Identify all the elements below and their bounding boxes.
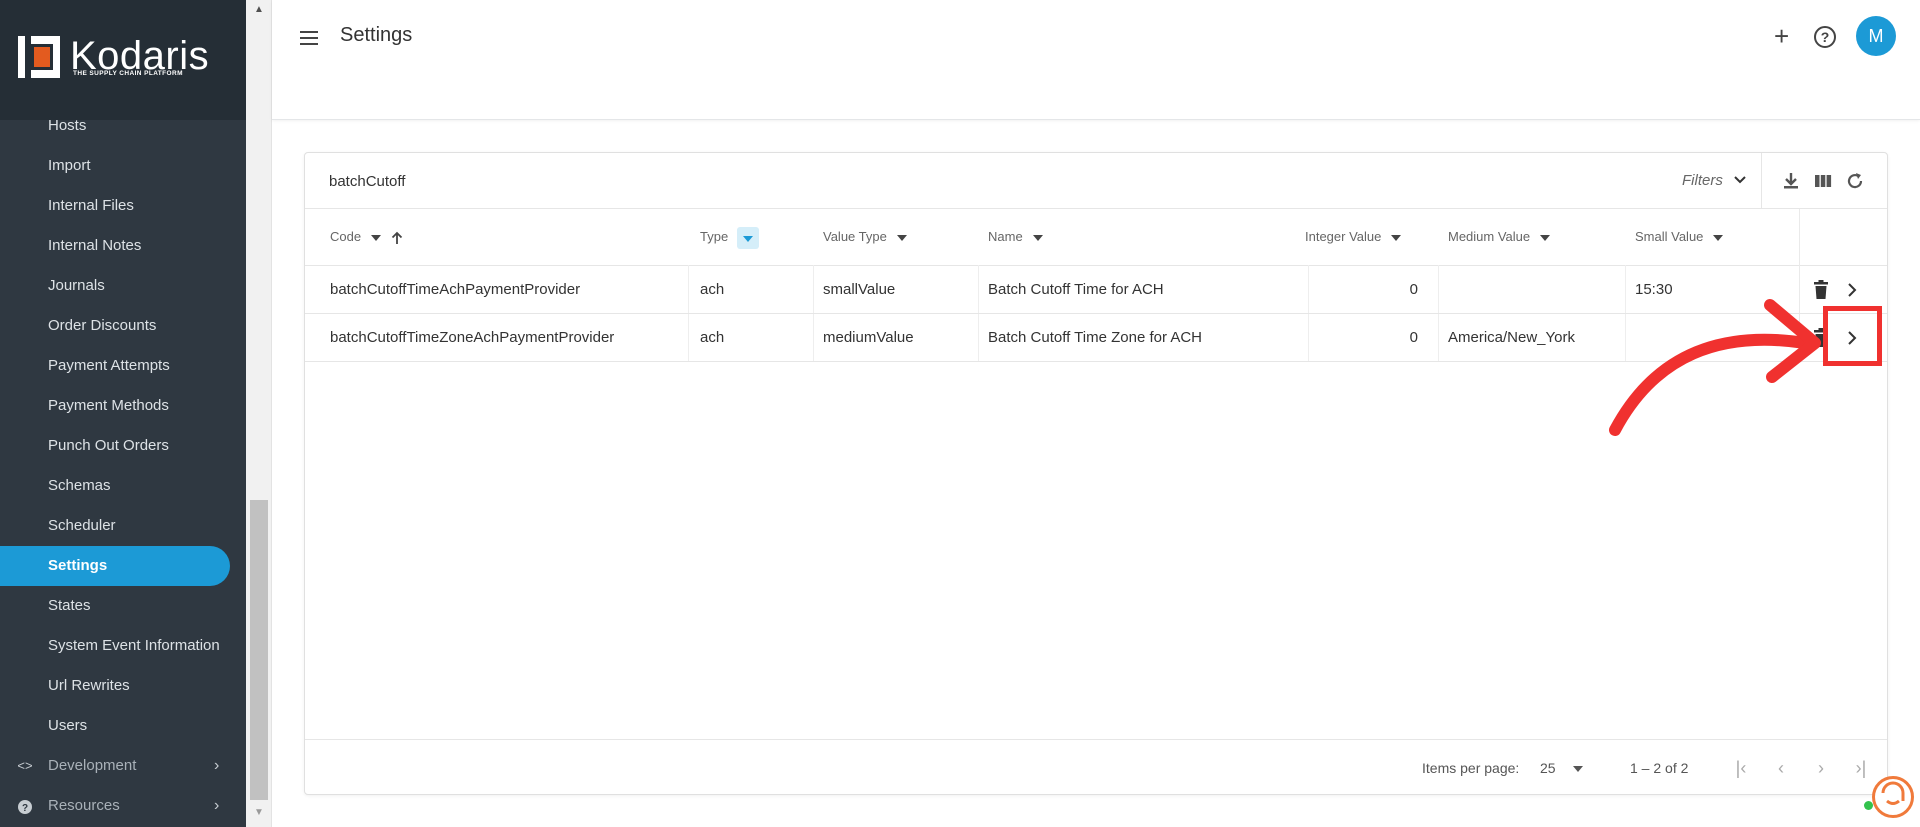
sidebar-item-import[interactable]: Import	[0, 146, 230, 186]
cell-value-type: mediumValue	[823, 329, 914, 346]
cell-integer-value: 0	[1409, 281, 1418, 298]
caret-down-icon	[1713, 234, 1724, 241]
scroll-down-arrow-icon[interactable]: ▼	[246, 807, 272, 823]
brand-tagline: THE SUPPLY CHAIN PLATFORM	[73, 70, 183, 77]
sidebar-item-internal-files[interactable]: Internal Files	[0, 186, 230, 226]
chevron-right-icon: ›	[214, 757, 220, 774]
sidebar-item-users[interactable]: Users	[0, 706, 230, 746]
caret-down-icon	[896, 234, 907, 241]
cell-name: Batch Cutoff Time for ACH	[988, 281, 1164, 298]
online-status-dot	[1864, 801, 1873, 810]
page-title: Settings	[340, 24, 413, 46]
top-header: Settings + ? M	[272, 0, 1920, 120]
sidebar-item-payment-attempts[interactable]: Payment Attempts	[0, 346, 230, 386]
caret-down-icon	[1032, 234, 1043, 241]
column-header-label: Small Value	[1635, 229, 1704, 244]
filter-active-icon	[736, 226, 759, 249]
logo-area: Kodaris THE SUPPLY CHAIN PLATFORM	[0, 0, 246, 120]
sidebar: Kodaris THE SUPPLY CHAIN PLATFORM Hosts …	[0, 0, 246, 827]
scrollbar-thumb[interactable]	[250, 500, 268, 800]
last-page-icon[interactable]: ›|	[1849, 757, 1873, 781]
first-page-icon[interactable]: |‹	[1729, 757, 1753, 781]
sidebar-item-schemas[interactable]: Schemas	[0, 466, 230, 506]
code-icon: <>	[17, 758, 33, 773]
column-header-label: Code	[330, 229, 362, 244]
cell-type: ach	[700, 281, 725, 298]
sidebar-item-hosts[interactable]: Hosts	[0, 106, 230, 146]
sidebar-item-payment-methods[interactable]: Payment Methods	[0, 386, 230, 426]
annotation-highlight-box	[1823, 306, 1882, 366]
chevron-down-icon[interactable]	[1733, 167, 1747, 192]
column-header-label: Integer Value	[1305, 229, 1382, 244]
columns-icon[interactable]	[1813, 171, 1833, 191]
sidebar-item-system-event-information[interactable]: System Event Information	[0, 626, 230, 666]
search-input[interactable]: batchCutoff	[329, 173, 405, 190]
svg-text:?: ?	[22, 803, 28, 814]
sidebar-item-states[interactable]: States	[0, 586, 230, 626]
column-header-label: Value Type	[823, 229, 887, 244]
chevron-right-icon[interactable]	[1845, 282, 1859, 298]
column-header-integer-value[interactable]: Integer Value	[1305, 209, 1402, 265]
sidebar-item-scheduler[interactable]: Scheduler	[0, 506, 230, 546]
annotation-arrow	[1609, 299, 1821, 436]
avatar[interactable]: M	[1856, 16, 1896, 56]
cell-integer-value: 0	[1409, 329, 1418, 346]
sidebar-item-punch-out-orders[interactable]: Punch Out Orders	[0, 426, 230, 466]
cell-medium-value: America/New_York	[1448, 329, 1575, 346]
column-header-label: Medium Value	[1448, 229, 1531, 244]
column-header-label: Type	[700, 229, 729, 244]
sidebar-item-order-discounts[interactable]: Order Discounts	[0, 306, 230, 346]
column-header-label: Name	[988, 229, 1023, 244]
cell-code: batchCutoffTimeAchPaymentProvider	[330, 281, 581, 298]
sidebar-scrollbar[interactable]: ▲ ▼	[246, 0, 272, 827]
app-window: Kodaris THE SUPPLY CHAIN PLATFORM Hosts …	[0, 0, 1920, 827]
kodaris-logo-icon	[18, 36, 60, 78]
sidebar-group-resources[interactable]: ? Resources ›	[0, 786, 246, 826]
column-header-type[interactable]: Type	[700, 209, 759, 265]
column-header-small-value[interactable]: Small Value	[1635, 209, 1724, 265]
column-header-code[interactable]: Code	[330, 209, 403, 265]
cell-name: Batch Cutoff Time Zone for ACH	[988, 329, 1202, 346]
download-icon[interactable]	[1781, 171, 1801, 191]
help-circle-icon: ?	[16, 786, 34, 826]
column-header-name[interactable]: Name	[988, 209, 1043, 265]
filters-button[interactable]: Filters	[1682, 172, 1723, 189]
caret-down-icon	[371, 234, 382, 241]
add-icon[interactable]: +	[1774, 23, 1789, 49]
caret-down-icon	[1391, 234, 1402, 241]
column-header-medium-value[interactable]: Medium Value	[1448, 209, 1551, 265]
items-per-page-label: Items per page:	[1422, 760, 1520, 776]
refresh-icon[interactable]	[1845, 171, 1865, 191]
paginator-divider	[305, 739, 1887, 740]
help-icon[interactable]: ?	[1814, 26, 1836, 48]
caret-down-icon	[1540, 234, 1551, 241]
column-header-value-type[interactable]: Value Type	[823, 209, 907, 265]
toolbar-divider	[1761, 153, 1762, 209]
items-per-page-select[interactable]: 25	[1540, 760, 1556, 776]
arrow-up-icon	[391, 231, 402, 244]
menu-icon[interactable]	[298, 26, 322, 50]
cell-type: ach	[700, 329, 725, 346]
settings-table-card: batchCutoff Filters Code Type Value Type…	[304, 152, 1888, 795]
chevron-right-icon: ›	[214, 797, 220, 814]
sidebar-item-internal-notes[interactable]: Internal Notes	[0, 226, 230, 266]
cell-code: batchCutoffTimeZoneAchPaymentProvider	[330, 329, 615, 346]
next-page-icon[interactable]: ›	[1809, 757, 1833, 781]
sidebar-item-journals[interactable]: Journals	[0, 266, 230, 306]
scroll-up-arrow-icon[interactable]: ▲	[246, 4, 272, 20]
sidebar-item-settings[interactable]: Settings	[0, 546, 230, 586]
sidebar-item-url-rewrites[interactable]: Url Rewrites	[0, 666, 230, 706]
sidebar-group-label: Development	[48, 757, 137, 774]
caret-down-icon[interactable]	[1573, 766, 1583, 772]
previous-page-icon[interactable]: ‹	[1769, 757, 1793, 781]
sidebar-group-development[interactable]: <> Development ›	[0, 746, 246, 786]
table-toolbar: batchCutoff Filters	[305, 153, 1887, 209]
chat-widget-icon[interactable]	[1872, 776, 1914, 818]
cell-value-type: smallValue	[823, 281, 896, 298]
page-range-label: 1 – 2 of 2	[1630, 760, 1689, 776]
sidebar-group-label: Resources	[48, 797, 120, 814]
